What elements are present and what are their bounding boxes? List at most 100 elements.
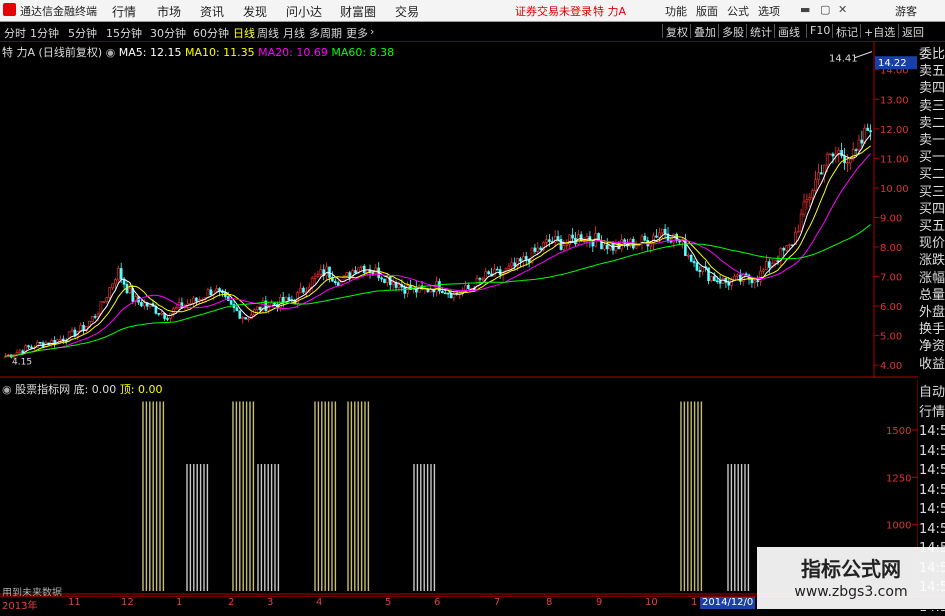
indicator-name: 股票指标网: [15, 383, 71, 396]
candle-body: [805, 199, 809, 203]
candle-body: [30, 346, 33, 349]
candle-body: [166, 318, 169, 320]
month-tick: 1: [176, 597, 183, 608]
candle-body: [481, 278, 485, 281]
main-legend: 特 力A (日线前复权) ◉ MA5: 12.15 MA10: 11.35 MA…: [2, 44, 394, 60]
candle-body: [241, 317, 245, 319]
candle-body: [513, 262, 516, 267]
menu-ask[interactable]: 问小达: [286, 3, 322, 20]
candle-body: [571, 234, 574, 239]
current-price-label: 14.22: [878, 58, 907, 69]
menu-market[interactable]: 市场: [157, 3, 181, 20]
back-button[interactable]: 返回: [898, 24, 927, 39]
settings-icon[interactable]: ◉: [106, 46, 116, 59]
period-60min[interactable]: 60分钟: [193, 25, 229, 41]
candle-body: [539, 247, 543, 250]
candle-body: [478, 278, 482, 280]
candle-body: [672, 233, 676, 243]
indicator-settings-icon[interactable]: ◉: [2, 383, 12, 396]
cursor-date: 2014/12/0: [700, 597, 756, 609]
candle-body: [846, 162, 849, 165]
candle-body: [238, 310, 242, 319]
candle-body: [854, 149, 858, 151]
side-time-label: 14:55: [919, 520, 945, 538]
candle-body: [825, 154, 829, 166]
period-monthly[interactable]: 月线: [283, 25, 305, 41]
candle-body: [869, 130, 872, 133]
add-watchlist-button[interactable]: +自选: [860, 24, 898, 39]
menu-layout[interactable]: 版面: [696, 3, 718, 19]
candle-body: [860, 139, 864, 144]
period-intraday[interactable]: 分时: [4, 25, 26, 41]
candle-body: [533, 247, 537, 252]
period-multi[interactable]: 多周期: [309, 25, 342, 41]
candle-body: [316, 274, 320, 277]
candle-body: [678, 240, 681, 243]
candle-body: [663, 228, 667, 235]
period-1min[interactable]: 1分钟: [30, 25, 59, 41]
candle-body: [820, 172, 823, 175]
f10-button[interactable]: F10: [806, 24, 833, 38]
mark-button[interactable]: 标记: [832, 24, 861, 39]
period-30min[interactable]: 30分钟: [150, 25, 186, 41]
menu-function[interactable]: 功能: [665, 3, 687, 19]
candle-body: [38, 341, 42, 344]
candle-body: [736, 274, 739, 277]
menu-discover[interactable]: 发现: [243, 3, 267, 20]
minimize-icon[interactable]: ▬: [800, 3, 810, 16]
candle-body: [658, 232, 661, 238]
candle-body: [660, 228, 664, 234]
draw-line-button[interactable]: 画线: [774, 24, 803, 39]
candle-body: [753, 280, 757, 284]
period-5min[interactable]: 5分钟: [68, 25, 97, 41]
candle-body: [143, 302, 146, 307]
menu-wealth[interactable]: 财富圈: [340, 3, 376, 20]
candle-body: [487, 271, 490, 275]
candle-body: [710, 276, 713, 282]
legend-ma10: MA10: 11.35: [184, 46, 255, 59]
price-tick-label: 12.00: [880, 125, 909, 136]
month-tick: 7: [494, 597, 501, 608]
month-tick: 12: [121, 597, 134, 608]
period-more[interactable]: 更多: [346, 25, 368, 41]
adjust-button[interactable]: 复权: [662, 24, 691, 39]
maximize-icon[interactable]: ▢: [820, 3, 830, 16]
candle-body: [767, 261, 771, 268]
overlay-button[interactable]: 叠加: [690, 24, 719, 39]
candle-body: [655, 235, 658, 238]
period-daily[interactable]: 日线: [233, 25, 255, 41]
candle-body: [765, 261, 768, 271]
chevron-right-icon[interactable]: ›: [370, 25, 374, 38]
candle-body: [93, 316, 97, 318]
candle-body: [443, 292, 447, 295]
candle-body: [562, 245, 566, 250]
period-weekly[interactable]: 周线: [257, 25, 279, 41]
side-auto-quote-label[interactable]: 行情: [919, 403, 945, 421]
guest-login[interactable]: 游客: [895, 3, 917, 19]
kline-chart[interactable]: 4.00 5.00 6.00 7.00 8.00 9.00 10.00 11.00 12.00 1…: [0, 42, 918, 378]
side-auto-quote-label[interactable]: 自动: [919, 384, 945, 401]
candle-body: [273, 303, 276, 305]
candle-body: [692, 261, 696, 264]
menu-options[interactable]: 选项: [758, 3, 780, 19]
candle-body: [160, 312, 163, 315]
candle-body: [565, 243, 569, 246]
multi-stock-button[interactable]: 多股: [718, 24, 747, 39]
side-time-label: 14:55: [919, 442, 945, 460]
login-status[interactable]: 证券交易未登录: [515, 3, 592, 19]
menu-quotes[interactable]: 行情: [112, 3, 136, 20]
period-15min[interactable]: 15分钟: [106, 25, 142, 41]
candle-body: [111, 283, 114, 289]
menu-trade[interactable]: 交易: [395, 3, 419, 20]
close-icon[interactable]: ✕: [838, 3, 847, 16]
candle-body: [362, 265, 366, 273]
candle-body: [119, 268, 123, 280]
candle-body: [603, 244, 606, 250]
menu-news[interactable]: 资讯: [200, 3, 224, 20]
menu-formula[interactable]: 公式: [727, 3, 749, 19]
candle-body: [255, 306, 259, 310]
stats-button[interactable]: 统计: [746, 24, 775, 39]
app-logo-icon: [3, 3, 16, 16]
candle-body: [345, 272, 349, 277]
candle-body: [258, 306, 262, 311]
